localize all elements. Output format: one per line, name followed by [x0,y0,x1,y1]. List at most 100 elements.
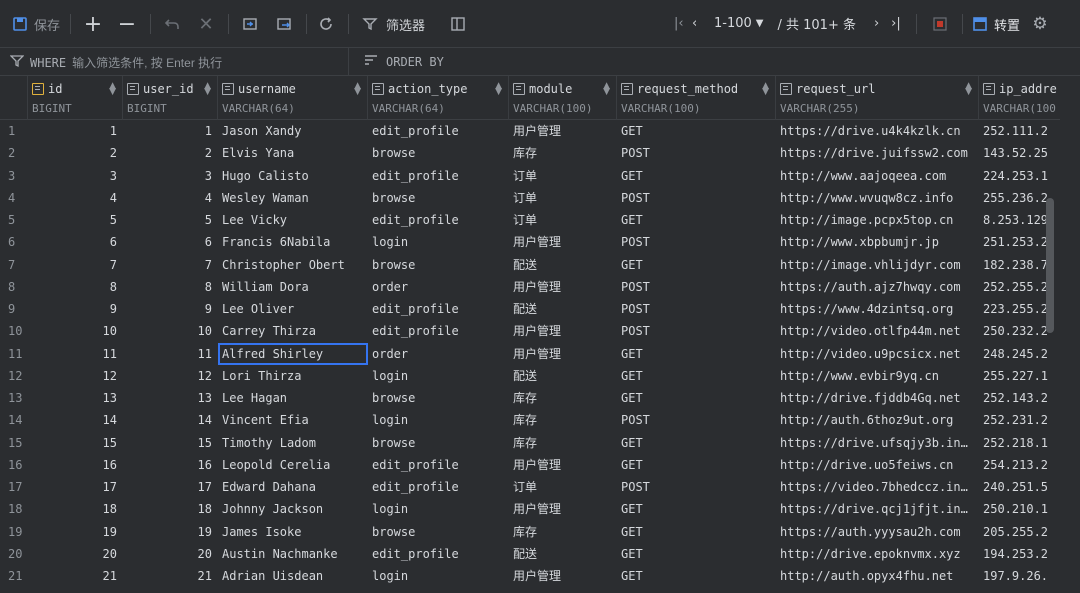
cell-action-type[interactable]: order [368,276,509,298]
cell-ip-address[interactable]: 255.227.1 [979,365,1060,387]
cell-ip-address[interactable]: 254.213.2 [979,454,1060,476]
order-by-filter[interactable]: ORDER BY [364,54,444,69]
revert-button[interactable] [162,12,182,36]
table-row[interactable]: 16 16 16 Leopold Cerelia edit_profile 用户管理 GET… [0,454,1060,476]
cell-request-url[interactable]: http://drive.fjddb4Gq.net [776,387,979,409]
next-page-icon[interactable]: › [874,16,879,31]
table-row[interactable]: 18 18 18 Johnny Jackson login 用户管理 GET https://… [0,498,1060,520]
cell-request-method[interactable]: GET [617,387,776,409]
table-row[interactable]: 21 21 21 Adrian Uisdean login 用户管理 GET http://a… [0,565,1060,587]
cell-request-url[interactable]: https://drive.ufsqjy3b.in… [776,432,979,454]
cell-id[interactable]: 21 [28,565,123,587]
transpose-button[interactable]: 转置 [970,12,1020,36]
cell-module[interactable]: 用户管理 [509,343,617,365]
cell-request-url[interactable]: http://video.u9pcsicx.net [776,343,979,365]
cell-request-url[interactable]: http://www.evbir9yq.cn [776,365,979,387]
table-row[interactable]: 1 1 1 Jason Xandy edit_profile 用户管理 GET https:/… [0,120,1060,142]
cell-id[interactable]: 11 [28,343,123,365]
prev-page-icon[interactable]: ‹ [692,16,708,31]
cell-username[interactable]: Carrey Thirza [218,320,368,342]
cell-module[interactable]: 用户管理 [509,565,617,587]
save-button[interactable]: 保存 [10,12,60,36]
column-header-username[interactable]: username VARCHAR(64) ▲ ▼ [218,76,368,120]
column-header-ip-address[interactable]: ip_addre VARCHAR(100 [979,76,1060,120]
cell-id[interactable]: 13 [28,387,123,409]
column-header-action-type[interactable]: action_type VARCHAR(64) ▲ ▼ [368,76,509,120]
table-row[interactable]: 14 14 14 Vincent Efia login 库存 POST http://auth… [0,409,1060,431]
cell-action-type[interactable]: browse [368,187,509,209]
cell-module[interactable]: 配送 [509,254,617,276]
cell-action-type[interactable]: edit_profile [368,476,509,498]
import-button[interactable] [240,12,260,36]
cell-user-id[interactable]: 15 [123,432,218,454]
refresh-button[interactable] [316,12,336,36]
cell-username[interactable]: Christopher Obert [218,254,368,276]
cell-request-method[interactable]: GET [617,209,776,231]
cell-user-id[interactable]: 5 [123,209,218,231]
cell-request-method[interactable]: GET [617,432,776,454]
cell-id[interactable]: 10 [28,320,123,342]
cell-id[interactable]: 18 [28,498,123,520]
cell-action-type[interactable]: login [368,409,509,431]
cell-id[interactable]: 4 [28,187,123,209]
sort-icon[interactable]: ▲ ▼ [354,82,361,97]
cell-id[interactable]: 6 [28,231,123,253]
cell-user-id[interactable]: 13 [123,387,218,409]
cell-user-id[interactable]: 18 [123,498,218,520]
cell-user-id[interactable]: 16 [123,454,218,476]
cell-id[interactable]: 2 [28,142,123,164]
cell-user-id[interactable]: 9 [123,298,218,320]
cell-module[interactable]: 用户管理 [509,454,617,476]
cell-ip-address[interactable]: 194.253.2 [979,543,1060,565]
cell-ip-address[interactable]: 240.251.5 [979,476,1060,498]
cell-username[interactable]: Lee Vicky [218,209,368,231]
cell-user-id[interactable]: 6 [123,231,218,253]
cell-id[interactable]: 19 [28,521,123,543]
table-row[interactable]: 10 10 10 Carrey Thirza edit_profile 用户管理 POST h… [0,320,1060,342]
cell-id[interactable]: 15 [28,432,123,454]
cell-action-type[interactable]: login [368,498,509,520]
cell-action-type[interactable]: edit_profile [368,543,509,565]
cell-action-type[interactable]: login [368,365,509,387]
cell-request-method[interactable]: POST [617,187,776,209]
cell-request-method[interactable]: GET [617,454,776,476]
cell-ip-address[interactable]: 197.9.26. [979,565,1060,587]
stop-button[interactable] [930,12,950,36]
cell-id[interactable]: 5 [28,209,123,231]
cell-username[interactable]: Hugo Calisto [218,165,368,187]
cell-request-method[interactable]: GET [617,521,776,543]
cell-ip-address[interactable]: 252.218.1 [979,432,1060,454]
cell-request-method[interactable]: GET [617,365,776,387]
table-row[interactable]: 17 17 17 Edward Dahana edit_profile 订单 POST htt… [0,476,1060,498]
cell-request-url[interactable]: http://image.pcpx5top.cn [776,209,979,231]
table-row[interactable]: 9 9 9 Lee Oliver edit_profile 配送 POST https://w… [0,298,1060,320]
cell-request-method[interactable]: GET [617,120,776,142]
cell-action-type[interactable]: edit_profile [368,120,509,142]
cell-request-method[interactable]: GET [617,165,776,187]
cell-username[interactable]: Adrian Uisdean [218,565,368,587]
cell-action-type[interactable]: browse [368,254,509,276]
cell-request-method[interactable]: GET [617,543,776,565]
table-row[interactable]: 7 7 7 Christopher Obert browse 配送 GET http://im… [0,254,1060,276]
cell-username[interactable]: Edward Dahana [218,476,368,498]
first-page-icon[interactable]: |‹ [674,16,692,31]
cell-module[interactable]: 订单 [509,165,617,187]
cell-request-url[interactable]: https://drive.qcj1jfjt.in… [776,498,979,520]
cell-username[interactable]: James Isoke [218,521,368,543]
sort-icon[interactable]: ▲ ▼ [762,82,769,97]
cell-username[interactable]: Lee Oliver [218,298,368,320]
cell-module[interactable]: 配送 [509,365,617,387]
cell-request-url[interactable]: http://drive.uo5feiws.cn [776,454,979,476]
cell-ip-address[interactable]: 143.52.25 [979,142,1060,164]
cell-user-id[interactable]: 1 [123,120,218,142]
column-header-request-url[interactable]: request_url VARCHAR(255) ▲ ▼ [776,76,979,120]
cell-username[interactable]: Leopold Cerelia [218,454,368,476]
cell-request-method[interactable]: POST [617,231,776,253]
cell-ip-address[interactable]: 252.143.2 [979,387,1060,409]
cell-module[interactable]: 配送 [509,543,617,565]
cell-id[interactable]: 17 [28,476,123,498]
table-row[interactable]: 11 11 11 Alfred Shirley order 用户管理 GET http://v… [0,342,1060,365]
cell-id[interactable]: 1 [28,120,123,142]
cell-module[interactable]: 配送 [509,298,617,320]
where-filter[interactable]: WHERE 输入筛选条件, 按 Enter 执行 [9,54,222,71]
